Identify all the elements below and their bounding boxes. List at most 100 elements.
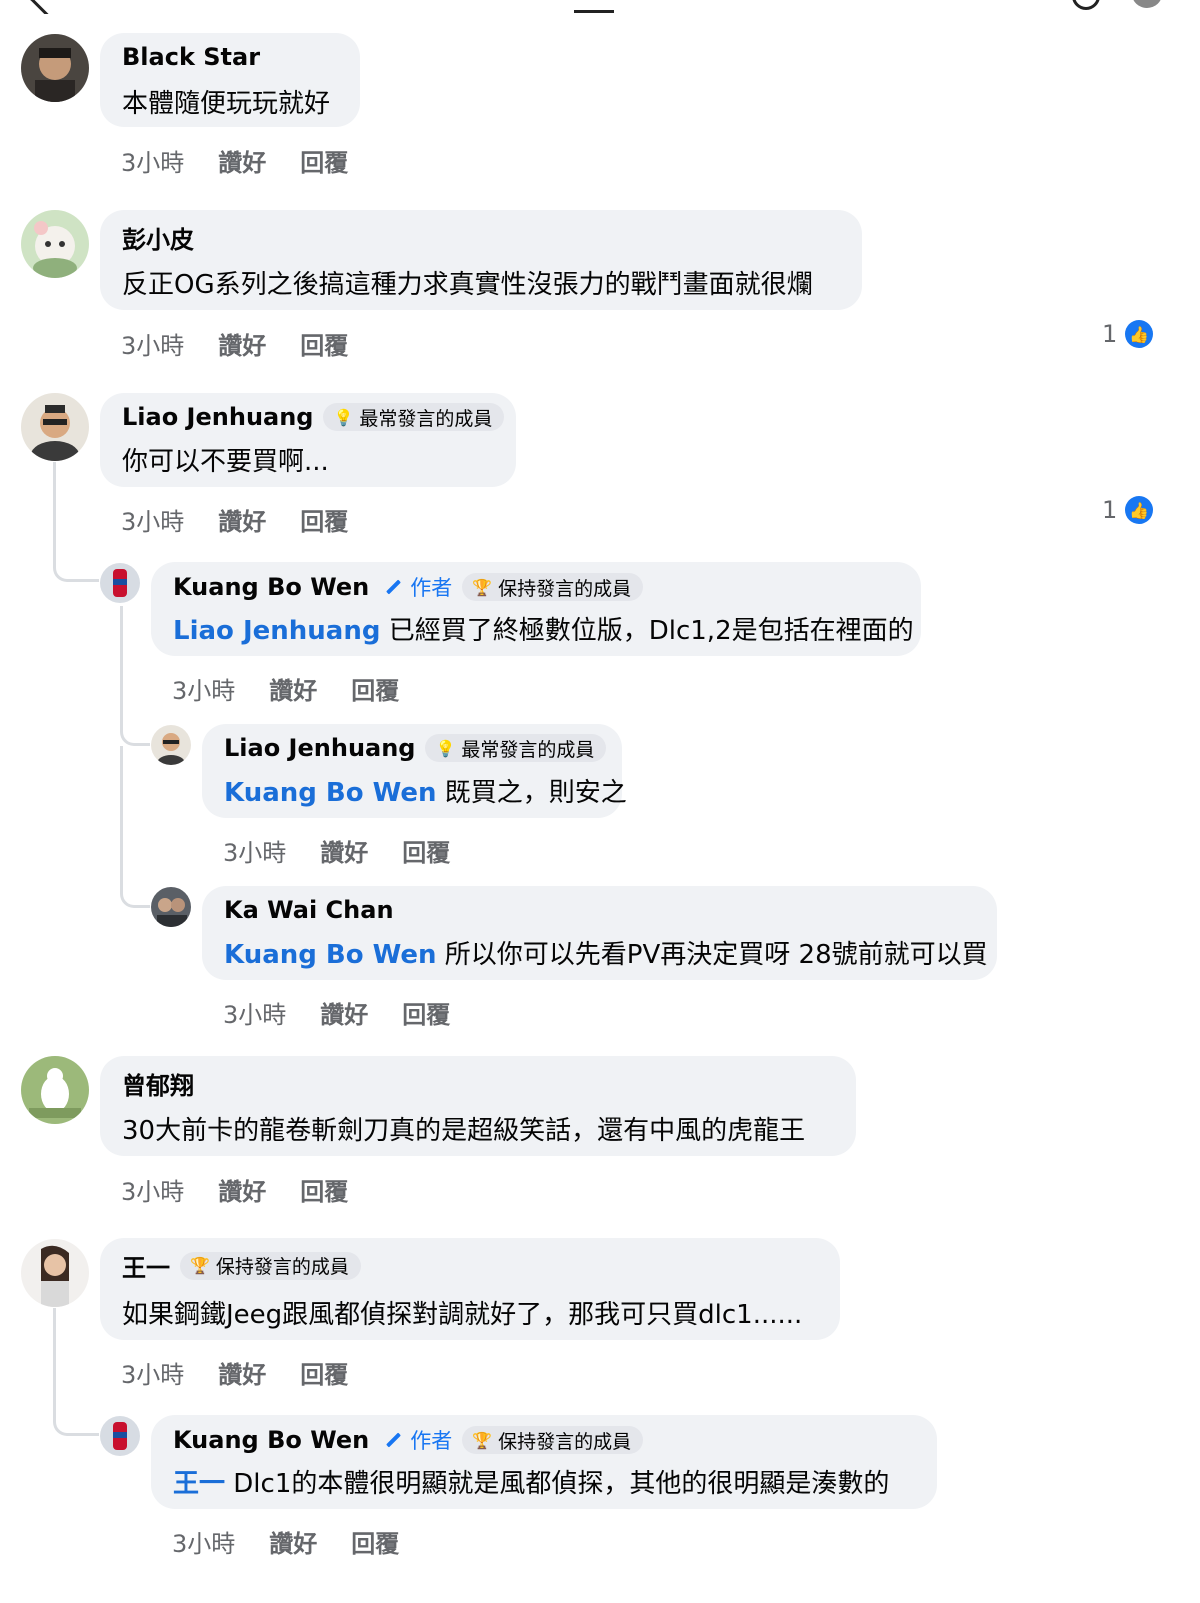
badge-label: 最常發言的成員 bbox=[359, 407, 493, 430]
author-label: 作者 bbox=[410, 576, 453, 600]
comment-bubble: Kuang Bo Wen 作者 🏆 保持發言的成員 Liao Jenhuang 已… bbox=[151, 562, 921, 656]
commenter-name[interactable]: Kuang Bo Wen bbox=[173, 1426, 369, 1454]
avatar[interactable] bbox=[21, 1239, 89, 1307]
comment-bubble: 王一 🏆 保持發言的成員 如果鋼鐵Jeeg跟風都偵探對調就好了，那我可只買dlc1… bbox=[100, 1238, 840, 1340]
like-button[interactable]: 讚好 bbox=[320, 995, 368, 1030]
comment-bubble: Liao Jenhuang 💡 最常發言的成員 Kuang Bo Wen 既買之，… bbox=[202, 724, 627, 818]
timestamp[interactable]: 3小時 bbox=[121, 1355, 184, 1390]
author-tag: 作者 bbox=[385, 572, 452, 602]
like-button[interactable]: 讚好 bbox=[218, 502, 266, 537]
comment-bubble: Kuang Bo Wen 作者 🏆 保持發言的成員 王一 Dlc1的本體很明顯就是… bbox=[151, 1415, 937, 1509]
like-button[interactable]: 讚好 bbox=[218, 143, 266, 178]
mention-link[interactable]: Liao Jenhuang bbox=[173, 616, 380, 646]
reply-button[interactable]: 回覆 bbox=[300, 1355, 348, 1390]
avatar[interactable] bbox=[151, 887, 191, 927]
like-button[interactable]: 讚好 bbox=[218, 1355, 266, 1390]
comment-text: 你可以不要買啊... bbox=[122, 447, 329, 477]
timestamp[interactable]: 3小時 bbox=[121, 1172, 184, 1207]
comment-actions: 3小時 讚好 回覆 bbox=[172, 671, 399, 706]
timestamp[interactable]: 3小時 bbox=[172, 1524, 235, 1559]
thread-connector bbox=[53, 462, 99, 582]
avatar[interactable] bbox=[21, 1056, 89, 1124]
timestamp[interactable]: 3小時 bbox=[223, 833, 286, 868]
avatar[interactable] bbox=[21, 210, 89, 278]
comment-actions: 3小時 讚好 回覆 bbox=[121, 1172, 348, 1207]
comment-actions: 3小時 讚好 回覆 bbox=[121, 143, 348, 178]
trophy-icon: 🏆 bbox=[190, 1256, 210, 1275]
reply-button[interactable]: 回覆 bbox=[300, 326, 348, 361]
reaction-count[interactable]: 1 👍 bbox=[1102, 496, 1154, 524]
member-badge[interactable]: 💡 最常發言的成員 bbox=[425, 734, 607, 762]
thread-connector bbox=[120, 606, 150, 746]
member-badge[interactable]: 🏆 保持發言的成員 bbox=[462, 573, 644, 601]
top-bar bbox=[0, 0, 1200, 14]
comment-actions: 3小時 讚好 回覆 bbox=[121, 326, 348, 361]
member-badge[interactable]: 💡 最常發言的成員 bbox=[323, 403, 505, 431]
commenter-name[interactable]: Kuang Bo Wen bbox=[173, 573, 369, 601]
timestamp[interactable]: 3小時 bbox=[223, 995, 286, 1030]
avatar[interactable] bbox=[21, 393, 89, 461]
reply-button[interactable]: 回覆 bbox=[351, 1524, 399, 1559]
commenter-name[interactable]: 彭小皮 bbox=[122, 220, 194, 255]
comment-text: 王一 Dlc1的本體很明顯就是風都偵探，其他的很明顯是湊數的 bbox=[173, 1463, 889, 1500]
comment-text: Liao Jenhuang 已經買了終極數位版，Dlc1,2是包括在裡面的 bbox=[173, 610, 914, 647]
mention-link[interactable]: Kuang Bo Wen bbox=[224, 778, 437, 808]
member-badge[interactable]: 🏆 保持發言的成員 bbox=[180, 1251, 361, 1280]
search-icon[interactable] bbox=[1072, 0, 1100, 10]
avatar[interactable] bbox=[21, 34, 89, 102]
avatar[interactable] bbox=[100, 1416, 140, 1456]
badge-label: 保持發言的成員 bbox=[498, 577, 632, 600]
reply-button[interactable]: 回覆 bbox=[300, 1172, 348, 1207]
commenter-name[interactable]: Liao Jenhuang bbox=[224, 734, 415, 762]
avatar[interactable] bbox=[151, 725, 191, 765]
profile-avatar-icon[interactable] bbox=[1132, 0, 1162, 8]
timestamp[interactable]: 3小時 bbox=[172, 671, 235, 706]
comment-bubble: Black Star 本體隨便玩玩就好 bbox=[100, 33, 360, 127]
reaction-number: 1 bbox=[1102, 320, 1118, 348]
commenter-name[interactable]: 曾郁翔 bbox=[122, 1066, 194, 1101]
comment-actions: 3小時 讚好 回覆 bbox=[121, 1355, 348, 1390]
like-button[interactable]: 讚好 bbox=[320, 833, 368, 868]
reply-button[interactable]: 回覆 bbox=[300, 143, 348, 178]
like-button[interactable]: 讚好 bbox=[218, 1172, 266, 1207]
comment-actions: 3小時 讚好 回覆 bbox=[223, 995, 450, 1030]
reply-button[interactable]: 回覆 bbox=[402, 995, 450, 1030]
comment-text: 反正OG系列之後搞這種力求真實性沒張力的戰鬥畫面就很爛 bbox=[122, 270, 813, 300]
mention-link[interactable]: Kuang Bo Wen bbox=[224, 940, 437, 970]
like-button[interactable]: 讚好 bbox=[218, 326, 266, 361]
comment-text: Kuang Bo Wen 所以你可以先看PV再決定買呀 28號前就可以買 bbox=[224, 934, 988, 971]
comment-text: 本體隨便玩玩就好 bbox=[122, 89, 331, 119]
thread-connector bbox=[53, 1308, 99, 1436]
badge-label: 保持發言的成員 bbox=[215, 1256, 349, 1278]
comment-text: 如果鋼鐵Jeeg跟風都偵探對調就好了，那我可只買dlc1...... bbox=[122, 1300, 803, 1330]
like-button[interactable]: 讚好 bbox=[269, 671, 317, 706]
comment-body: 所以你可以先看PV再決定買呀 28號前就可以買 bbox=[436, 940, 988, 970]
lightbulb-icon: 💡 bbox=[333, 407, 354, 427]
reply-button[interactable]: 回覆 bbox=[351, 671, 399, 706]
timestamp[interactable]: 3小時 bbox=[121, 502, 184, 537]
commenter-name[interactable]: Black Star bbox=[122, 43, 260, 71]
like-button[interactable]: 讚好 bbox=[269, 1524, 317, 1559]
reply-button[interactable]: 回覆 bbox=[402, 833, 450, 868]
thread-connector bbox=[120, 746, 150, 908]
avatar[interactable] bbox=[100, 563, 140, 603]
like-reaction-icon: 👍 bbox=[1125, 320, 1154, 348]
reply-button[interactable]: 回覆 bbox=[300, 502, 348, 537]
mention-link[interactable]: 王一 bbox=[173, 1469, 225, 1499]
commenter-name[interactable]: 王一 bbox=[122, 1248, 170, 1283]
commenter-name[interactable]: Liao Jenhuang bbox=[122, 403, 313, 431]
reaction-count[interactable]: 1 👍 bbox=[1102, 320, 1154, 348]
comment-body: 既買之，則安之 bbox=[436, 778, 627, 808]
comment-actions: 3小時 讚好 回覆 bbox=[121, 502, 348, 537]
comment-bubble: Ka Wai Chan Kuang Bo Wen 所以你可以先看PV再決定買呀 … bbox=[202, 886, 997, 980]
trophy-icon: 🏆 bbox=[472, 1430, 493, 1450]
pencil-icon bbox=[386, 579, 402, 595]
lightbulb-icon: 💡 bbox=[435, 738, 456, 758]
trophy-icon: 🏆 bbox=[472, 577, 493, 597]
author-tag: 作者 bbox=[385, 1425, 452, 1455]
timestamp[interactable]: 3小時 bbox=[121, 143, 184, 178]
back-arrow-icon[interactable] bbox=[28, 0, 65, 14]
commenter-name[interactable]: Ka Wai Chan bbox=[224, 896, 394, 924]
timestamp[interactable]: 3小時 bbox=[121, 326, 184, 361]
member-badge[interactable]: 🏆 保持發言的成員 bbox=[462, 1426, 644, 1454]
